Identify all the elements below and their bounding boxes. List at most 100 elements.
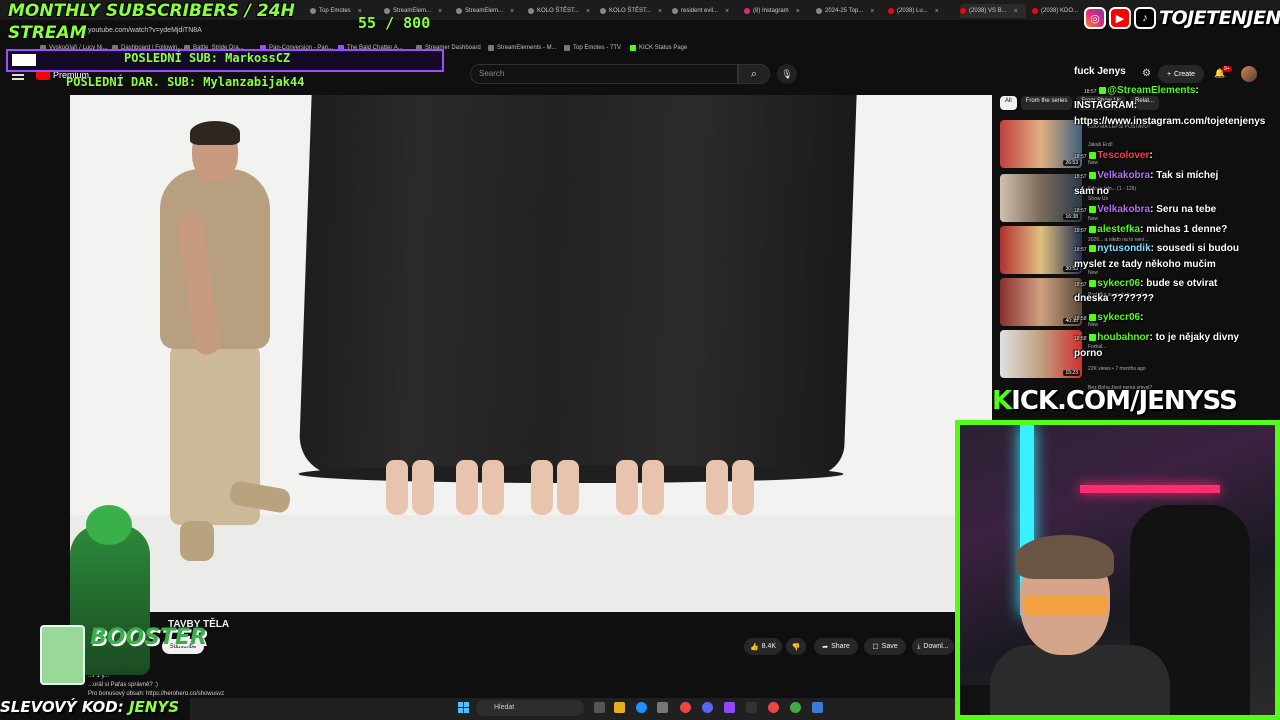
discount-code: SLEVOVÝ KOD: JENYS (0, 698, 179, 716)
recommendation-meta: New (1088, 270, 1099, 276)
windows-start-icon[interactable] (458, 702, 469, 713)
video-player[interactable] (70, 95, 992, 612)
search-input[interactable]: Search (470, 64, 738, 84)
chat-text: sám no (1074, 186, 1110, 197)
tab-label: (2038) VS B... (969, 8, 1007, 14)
chat-username: sykecr06 (1097, 312, 1141, 323)
feet-group (525, 415, 595, 515)
youtube-icon (888, 8, 894, 14)
browser-tab[interactable]: KOLO ŠTĚST... × (600, 4, 670, 18)
dislike-button[interactable]: 👎 (786, 638, 806, 655)
chat-text: : bude se otvirat (1140, 278, 1218, 289)
chat-timestamp: 18:57 (1074, 228, 1087, 234)
chat-badge-icon (1089, 279, 1097, 287)
chat-timestamp: 18:57 (1084, 89, 1097, 95)
notification-count-badge: 9+ (1222, 66, 1232, 72)
create-button[interactable]: + Create (1158, 65, 1204, 83)
recommendation-thumbnail[interactable]: 16:38 (1000, 174, 1082, 222)
app-icon[interactable] (790, 702, 801, 713)
close-icon[interactable]: × (796, 8, 800, 15)
search-icon: ⌕ (750, 67, 758, 80)
foot (557, 460, 579, 515)
obs-icon[interactable] (746, 702, 757, 713)
browser-tab[interactable]: (2038) KDO... (1032, 4, 1082, 18)
close-icon[interactable]: × (586, 8, 590, 15)
browser-tab[interactable]: StreamElem... × (456, 4, 526, 18)
chat-text: : michas 1 denne? (1140, 224, 1228, 235)
gear-icon[interactable]: ⚙ (1142, 68, 1151, 79)
app-icon[interactable] (812, 702, 823, 713)
close-icon[interactable]: × (438, 8, 442, 15)
person-shoe (180, 521, 214, 561)
chat-text: : sousedi si budou (1150, 243, 1239, 254)
chat-badge-icon (1089, 244, 1097, 252)
foot (531, 460, 553, 515)
thumbs-down-icon: 👎 (791, 643, 801, 651)
chat-username: alestefka (1097, 224, 1141, 235)
browser-tab[interactable]: (8) Instagram × (744, 4, 814, 18)
share-button[interactable]: ➦ Share (814, 638, 858, 655)
browser-tab-active[interactable]: (2038) VS B... × (960, 4, 1026, 18)
chat-text: porno (1074, 348, 1103, 359)
chat-timestamp: 18:57 (1074, 247, 1087, 253)
tab-label: Top Emotes (319, 8, 351, 14)
discord-icon[interactable] (702, 702, 713, 713)
channel-name[interactable]: fuck Jenys (1074, 66, 1126, 77)
browser-tab[interactable]: KOLO ŠTĚST... × (528, 4, 598, 18)
youtube-icon (1032, 8, 1038, 14)
browser-tab[interactable]: 2024-25 Top... × (816, 4, 886, 18)
close-icon[interactable]: × (870, 8, 874, 15)
plus-icon: + (1166, 70, 1172, 78)
tab-label: StreamElem... (465, 8, 504, 14)
chat-username: Tescolover (1097, 150, 1150, 161)
recommendation-meta: New (1088, 216, 1099, 222)
close-icon[interactable]: × (510, 8, 514, 15)
close-icon[interactable]: × (725, 8, 729, 15)
streamer-hair (1016, 535, 1114, 579)
kick-url-banner: KICK.COM/JENYSS (992, 386, 1238, 416)
voice-search-button[interactable]: 🎙 (777, 64, 797, 84)
close-icon[interactable]: × (1014, 8, 1018, 15)
kick-url-text: ICK.COM/JENYSS (1011, 386, 1238, 416)
recommendation-thumbnail[interactable]: 15:23 (1000, 330, 1082, 378)
search-button[interactable]: ⌕ (738, 64, 770, 84)
chat-message: 18:57 Velkakobra: Seru na tebe (1074, 204, 1216, 215)
like-button[interactable]: 👍 8.4K (744, 638, 782, 655)
bookmark-item[interactable]: Top Emotes - 7TV (564, 45, 621, 51)
chat-text: : Seru na tebe (1150, 204, 1217, 215)
chrome-icon[interactable] (768, 702, 779, 713)
neon-sign (1080, 485, 1220, 493)
close-icon[interactable]: × (935, 8, 939, 15)
close-icon[interactable]: × (658, 8, 662, 15)
chip-from-series[interactable]: From the series (1020, 96, 1073, 110)
bookmark-item[interactable]: KICK Status Page (630, 45, 687, 51)
browser-tab[interactable]: (2038) Lu... × (888, 4, 954, 18)
chip-all[interactable]: All (1000, 96, 1017, 110)
chat-message: 18:58 houbahnor: to je nějaky divny (1074, 332, 1239, 343)
file-explorer-icon[interactable] (614, 702, 625, 713)
chrome-icon[interactable] (680, 702, 691, 713)
download-button[interactable]: ⤓ Downl... (912, 638, 954, 655)
recommendation-thumbnail[interactable]: 26:53 (1000, 120, 1082, 168)
edge-icon[interactable] (636, 702, 647, 713)
instagram-icon (744, 8, 750, 14)
taskbar-search[interactable]: Hledat (476, 700, 584, 716)
like-count: 8.4K (761, 643, 777, 650)
bookmark-item[interactable]: StreamElements - M... (488, 45, 557, 51)
save-button[interactable]: ☐ Save (864, 638, 906, 655)
recommendation-thumbnail[interactable]: 30:53 (1000, 226, 1082, 274)
social-handles: ◎ ▶ ♪ TOJETENJENYS (1084, 2, 1280, 34)
recommendation-thumbnail[interactable]: 40:38 (1000, 278, 1082, 326)
task-view-icon[interactable] (594, 702, 605, 713)
browser-tab[interactable]: resident evil... × (672, 4, 742, 18)
foot (616, 460, 638, 515)
address-bar[interactable]: youtube.com/watch?v=ydeMjdiTN8A (40, 23, 1060, 39)
chat-message: 18:57 Velkakobra: Tak si míchej (1074, 170, 1218, 181)
feet-group (700, 415, 770, 515)
twitch-icon[interactable] (724, 702, 735, 713)
webcam-feed (955, 420, 1280, 720)
store-icon[interactable] (657, 702, 668, 713)
chat-text: myslet ze tady někoho mučim (1074, 259, 1216, 270)
user-avatar[interactable] (1241, 66, 1257, 82)
youtube-icon (960, 8, 966, 14)
